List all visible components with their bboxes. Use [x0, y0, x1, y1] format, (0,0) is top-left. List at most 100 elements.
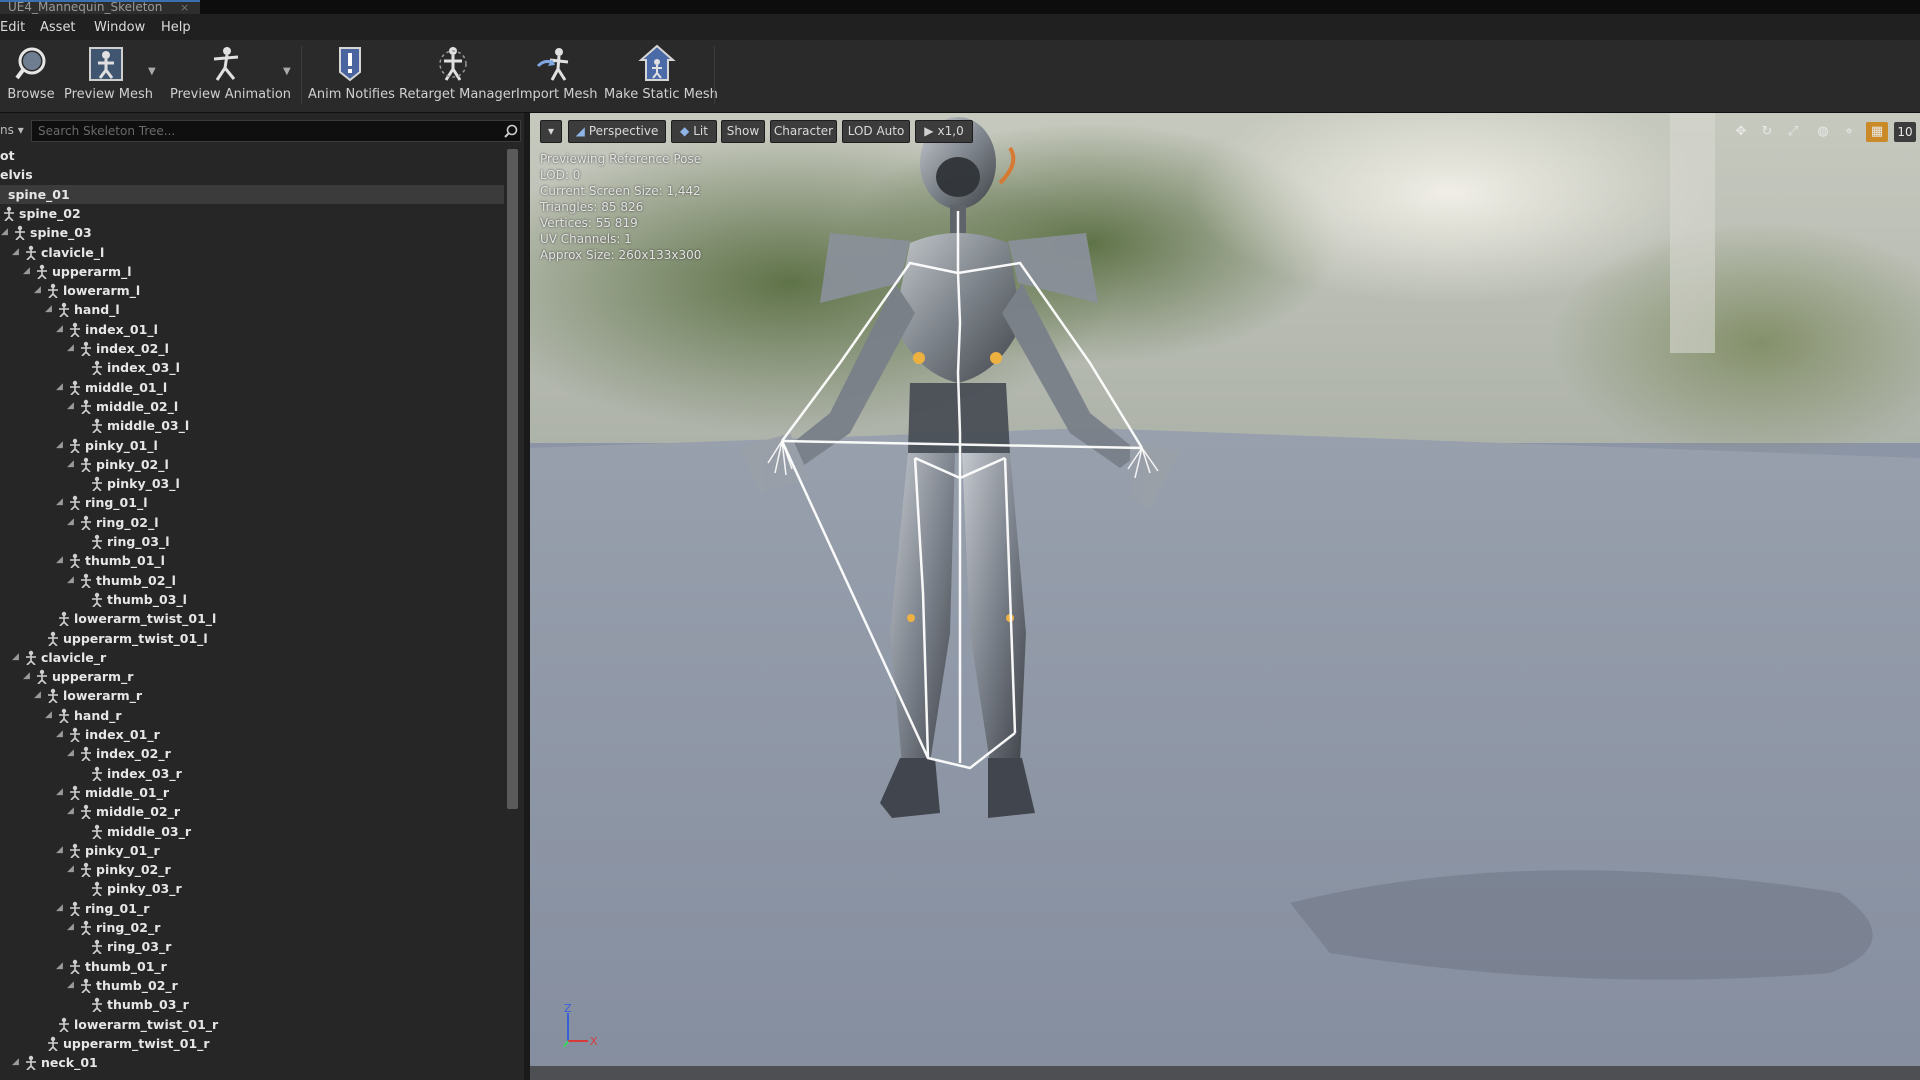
close-tab-icon[interactable]: × [180, 2, 189, 13]
bone-row[interactable]: ◢ upperarm_l [0, 262, 504, 281]
bone-row[interactable]: ◢ clavicle_l [0, 243, 504, 262]
anim-notifies-button[interactable]: Anim Notifies [308, 44, 395, 108]
lod-button[interactable]: LOD Auto [842, 120, 910, 143]
expand-arrow-icon[interactable]: ◢ [56, 320, 66, 339]
bone-row[interactable]: ◢ spine_03 [0, 223, 504, 242]
bone-row[interactable]: ◢ pinky_02_r [0, 860, 504, 879]
bone-row[interactable]: ◢ ring_01_l [0, 493, 504, 512]
expand-arrow-icon[interactable]: ◢ [56, 378, 66, 397]
bone-row[interactable]: index_03_r [0, 764, 504, 783]
preview-animation-dropdown-icon[interactable]: ▼ [283, 66, 291, 77]
bone-row[interactable]: ◢ thumb_01_r [0, 957, 504, 976]
viewport-options-button[interactable]: ▾ [540, 120, 562, 143]
search-icon[interactable] [503, 124, 519, 140]
surface-snapping-icon[interactable]: ⌖ [1838, 122, 1860, 142]
perspective-button[interactable]: ◢ Perspective [568, 120, 666, 143]
expand-arrow-icon[interactable]: ◢ [67, 976, 77, 995]
bone-row[interactable]: ◢ middle_01_r [0, 783, 504, 802]
bone-row[interactable]: ◢ thumb_02_r [0, 976, 504, 995]
expand-arrow-icon[interactable]: ◢ [67, 571, 77, 590]
bone-row[interactable]: ◢ lowerarm_r [0, 686, 504, 705]
bone-row[interactable]: pinky_03_r [0, 879, 504, 898]
expand-arrow-icon[interactable]: ◢ [56, 783, 66, 802]
expand-arrow-icon[interactable]: ◢ [45, 706, 55, 725]
bone-row[interactable]: ◢ index_01_r [0, 725, 504, 744]
expand-arrow-icon[interactable]: ◢ [12, 648, 22, 667]
expand-arrow-icon[interactable]: ◢ [56, 551, 66, 570]
expand-arrow-icon[interactable]: ◢ [56, 899, 66, 918]
expand-arrow-icon[interactable]: ◢ [1, 223, 11, 242]
translate-icon[interactable]: ✥ [1730, 122, 1752, 142]
bone-row[interactable]: ◢ middle_01_l [0, 378, 504, 397]
expand-arrow-icon[interactable]: ◢ [12, 1053, 22, 1072]
bone-row[interactable]: ◢ pinky_01_r [0, 841, 504, 860]
expand-arrow-icon[interactable]: ◢ [67, 513, 77, 532]
expand-arrow-icon[interactable]: ◢ [56, 436, 66, 455]
bone-row[interactable]: middle_03_l [0, 416, 504, 435]
expand-arrow-icon[interactable]: ◢ [45, 300, 55, 319]
grid-snap-icon[interactable]: ▦ [1866, 122, 1888, 142]
bone-row[interactable]: ◢ thumb_02_l [0, 571, 504, 590]
bone-row[interactable]: ◢ middle_02_r [0, 802, 504, 821]
preview-mesh-button[interactable]: Preview Mesh [64, 44, 153, 108]
import-mesh-button[interactable]: Import Mesh [516, 44, 598, 108]
expand-arrow-icon[interactable]: ◢ [56, 725, 66, 744]
expand-arrow-icon[interactable]: ◢ [67, 397, 77, 416]
bone-row[interactable]: ◢ thumb_01_l [0, 551, 504, 570]
bone-row[interactable]: ring_03_r [0, 937, 504, 956]
bone-row[interactable]: pinky_03_l [0, 474, 504, 493]
expand-arrow-icon[interactable]: ◢ [67, 918, 77, 937]
expand-arrow-icon[interactable]: ◢ [67, 860, 77, 879]
bone-row[interactable]: elvis [0, 165, 504, 184]
bone-row[interactable]: spine_02 [0, 204, 504, 223]
expand-arrow-icon[interactable]: ◢ [67, 339, 77, 358]
bone-row[interactable]: ◢ ring_02_r [0, 918, 504, 937]
expand-arrow-icon[interactable]: ◢ [23, 262, 33, 281]
bone-row[interactable]: lowerarm_twist_01_l [0, 609, 504, 628]
scale-icon[interactable]: ⤢ [1782, 122, 1804, 142]
expand-arrow-icon[interactable]: ◢ [56, 493, 66, 512]
preview-viewport[interactable]: ▾ ◢ Perspective ◆ Lit Show Character LOD A… [530, 113, 1920, 1080]
bone-row[interactable]: ◢ hand_r [0, 706, 504, 725]
bone-row[interactable]: upperarm_twist_01_l [0, 629, 504, 648]
bone-row[interactable]: lowerarm_twist_01_r [0, 1015, 504, 1034]
lit-button[interactable]: ◆ Lit [671, 120, 717, 143]
preview-mesh-dropdown-icon[interactable]: ▼ [148, 66, 156, 77]
make-static-mesh-button[interactable]: Make Static Mesh [604, 44, 718, 108]
skeleton-tree-search-input[interactable] [31, 120, 521, 142]
world-space-icon[interactable]: ◍ [1812, 122, 1834, 142]
bone-row[interactable]: ◢ index_02_r [0, 744, 504, 763]
bone-row[interactable]: ◢ hand_l [0, 300, 504, 319]
bone-row[interactable]: ◢ clavicle_r [0, 648, 504, 667]
show-button[interactable]: Show [721, 120, 765, 143]
expand-arrow-icon[interactable]: ◢ [67, 455, 77, 474]
bone-row[interactable]: ◢ lowerarm_l [0, 281, 504, 300]
document-tab[interactable]: UE4_Mannequin_Skeleton × [0, 0, 200, 14]
bone-row[interactable]: upperarm_twist_01_r [0, 1034, 504, 1053]
bone-row[interactable]: ◢ pinky_01_l [0, 436, 504, 455]
bone-row[interactable]: thumb_03_l [0, 590, 504, 609]
bone-row[interactable]: ◢ middle_02_l [0, 397, 504, 416]
skeleton-tree-scrollbar[interactable] [507, 149, 518, 809]
character-button[interactable]: Character [770, 120, 837, 143]
bone-row[interactable]: ◢ ring_01_r [0, 899, 504, 918]
bone-row[interactable]: ◢ index_01_l [0, 320, 504, 339]
bone-row[interactable]: ◢ pinky_02_l [0, 455, 504, 474]
menu-window[interactable]: Window [94, 20, 145, 35]
bone-row[interactable]: spine_01 [0, 184, 504, 204]
expand-arrow-icon[interactable]: ◢ [67, 744, 77, 763]
grid-snap-value[interactable]: 10 [1894, 122, 1916, 142]
bone-row[interactable]: ot [0, 146, 504, 165]
playback-speed-button[interactable]: ▶ x1,0 [915, 120, 973, 143]
menu-help[interactable]: Help [161, 20, 191, 35]
expand-arrow-icon[interactable]: ◢ [12, 243, 22, 262]
menu-edit[interactable]: Edit [0, 20, 25, 35]
expand-arrow-icon[interactable]: ◢ [56, 841, 66, 860]
menu-asset[interactable]: Asset [40, 20, 76, 35]
expand-arrow-icon[interactable]: ◢ [67, 802, 77, 821]
bone-row[interactable]: ◢ index_02_l [0, 339, 504, 358]
bone-filter-dropdown[interactable]: ns ▾ [0, 123, 24, 137]
expand-arrow-icon[interactable]: ◢ [56, 957, 66, 976]
expand-arrow-icon[interactable]: ◢ [34, 281, 44, 300]
bone-row[interactable]: ◢ ring_02_l [0, 513, 504, 532]
